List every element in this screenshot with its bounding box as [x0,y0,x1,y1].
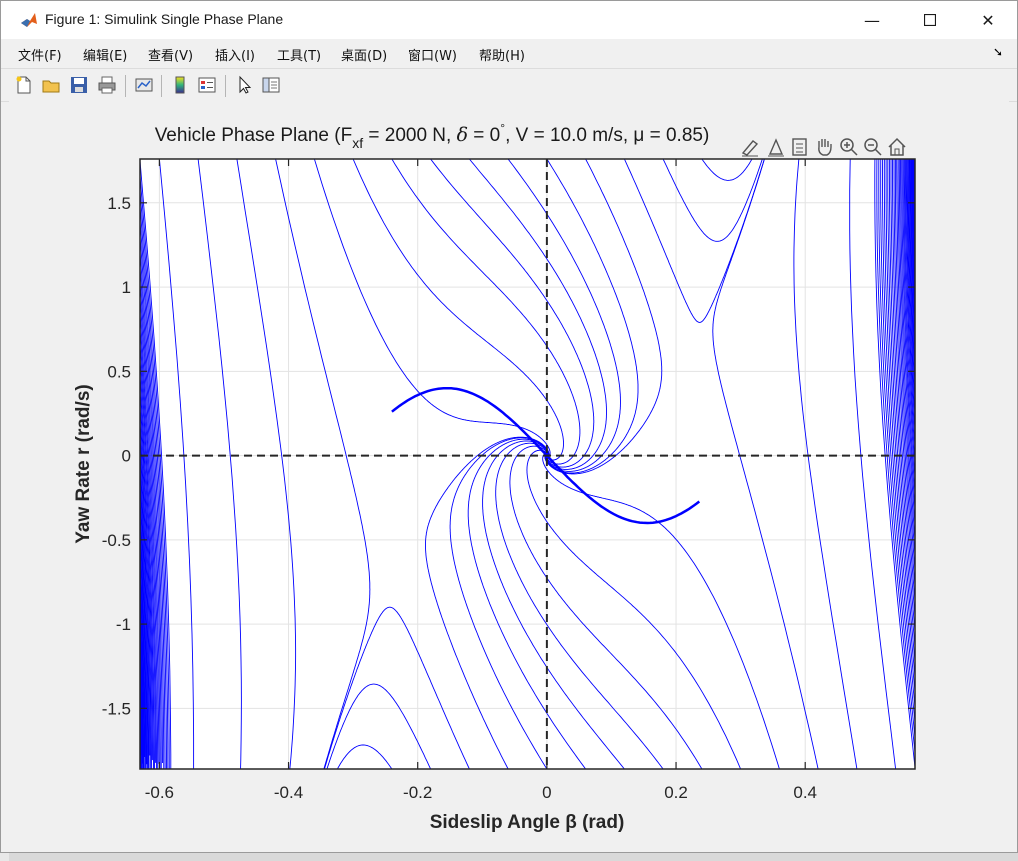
toolbar-separator [225,75,226,97]
x-tick-label: 0 [542,783,551,802]
menu-overflow-icon[interactable]: ➘ [993,45,1003,59]
y-tick-label: -1 [116,615,131,634]
minimize-button[interactable]: — [843,1,901,39]
y-tick-label: 1.5 [107,194,131,213]
chart-title: Vehicle Phase Plane (Fxf = 2000 N, δ = 0… [155,121,710,151]
close-button[interactable]: ✕ [959,1,1017,39]
x-tick-label: -0.6 [145,783,174,802]
menu-window[interactable]: 窗口(W) [408,45,457,64]
x-tick-label: 0.4 [793,783,817,802]
print-icon[interactable] [97,75,117,95]
pointer-icon[interactable] [234,75,254,95]
property-inspector-icon[interactable] [261,75,281,95]
y-tick-label: -1.5 [102,699,131,718]
menu-insert[interactable]: 插入(I) [215,45,255,64]
save-icon[interactable] [69,75,89,95]
minimize-icon: — [864,10,880,30]
x-tick-label: 0.2 [664,783,688,802]
menu-help[interactable]: 帮助(H) [479,45,525,64]
menu-view[interactable]: 查看(V) [148,45,193,64]
menu-desktop[interactable]: 桌面(D) [341,45,387,64]
toolbar-separator [161,75,162,97]
x-axis-label: Sideslip Angle β (rad) [430,812,625,833]
y-tick-label: 0 [122,447,131,466]
axes-toolbar [737,133,913,157]
y-axis-label: Yaw Rate r (rad/s) [73,384,94,543]
x-tick-labels: -0.6 -0.4 -0.2 0 0.2 0.4 [145,783,817,802]
y-tick-label: -0.5 [102,531,131,550]
new-figure-icon[interactable] [14,75,34,95]
toolbar-separator [125,75,126,97]
maximize-icon [924,14,936,26]
menu-edit[interactable]: 编辑(E) [83,45,127,64]
menu-bar: 文件(F) 编辑(E) 查看(V) 插入(I) 工具(T) 桌面(D) 窗口(W… [1,39,1017,67]
colorbar-icon[interactable] [170,75,190,95]
y-tick-label: 1 [122,278,131,297]
y-tick-label: 0.5 [107,362,131,381]
figure-window: Figure 1: Simulink Single Phase Plane — … [0,0,1018,853]
matlab-logo-icon [19,10,39,30]
open-file-icon[interactable] [41,75,61,95]
maximize-button[interactable] [901,1,959,39]
link-plot-icon[interactable] [134,75,154,95]
close-icon: ✕ [981,10,995,30]
figure-canvas: Vehicle Phase Plane (Fxf = 2000 N, δ = 0… [9,101,1009,846]
phase-plane-chart: Vehicle Phase Plane (Fxf = 2000 N, δ = 0… [73,121,916,833]
menu-file[interactable]: 文件(F) [18,45,62,64]
trajectory-line [236,768,237,769]
trajectory-line [352,768,354,769]
legend-icon[interactable] [197,75,217,95]
x-tick-label: -0.4 [274,783,303,802]
title-bar[interactable]: Figure 1: Simulink Single Phase Plane — … [1,1,1017,39]
menu-tools[interactable]: 工具(T) [277,45,321,64]
trajectory-line [313,768,315,769]
x-tick-label: -0.2 [403,783,432,802]
figure-toolbar [1,68,1017,102]
y-tick-labels: -1.5 -1 -0.5 0 0.5 1 1.5 [102,194,131,719]
window-title: Figure 1: Simulink Single Phase Plane [45,11,284,27]
